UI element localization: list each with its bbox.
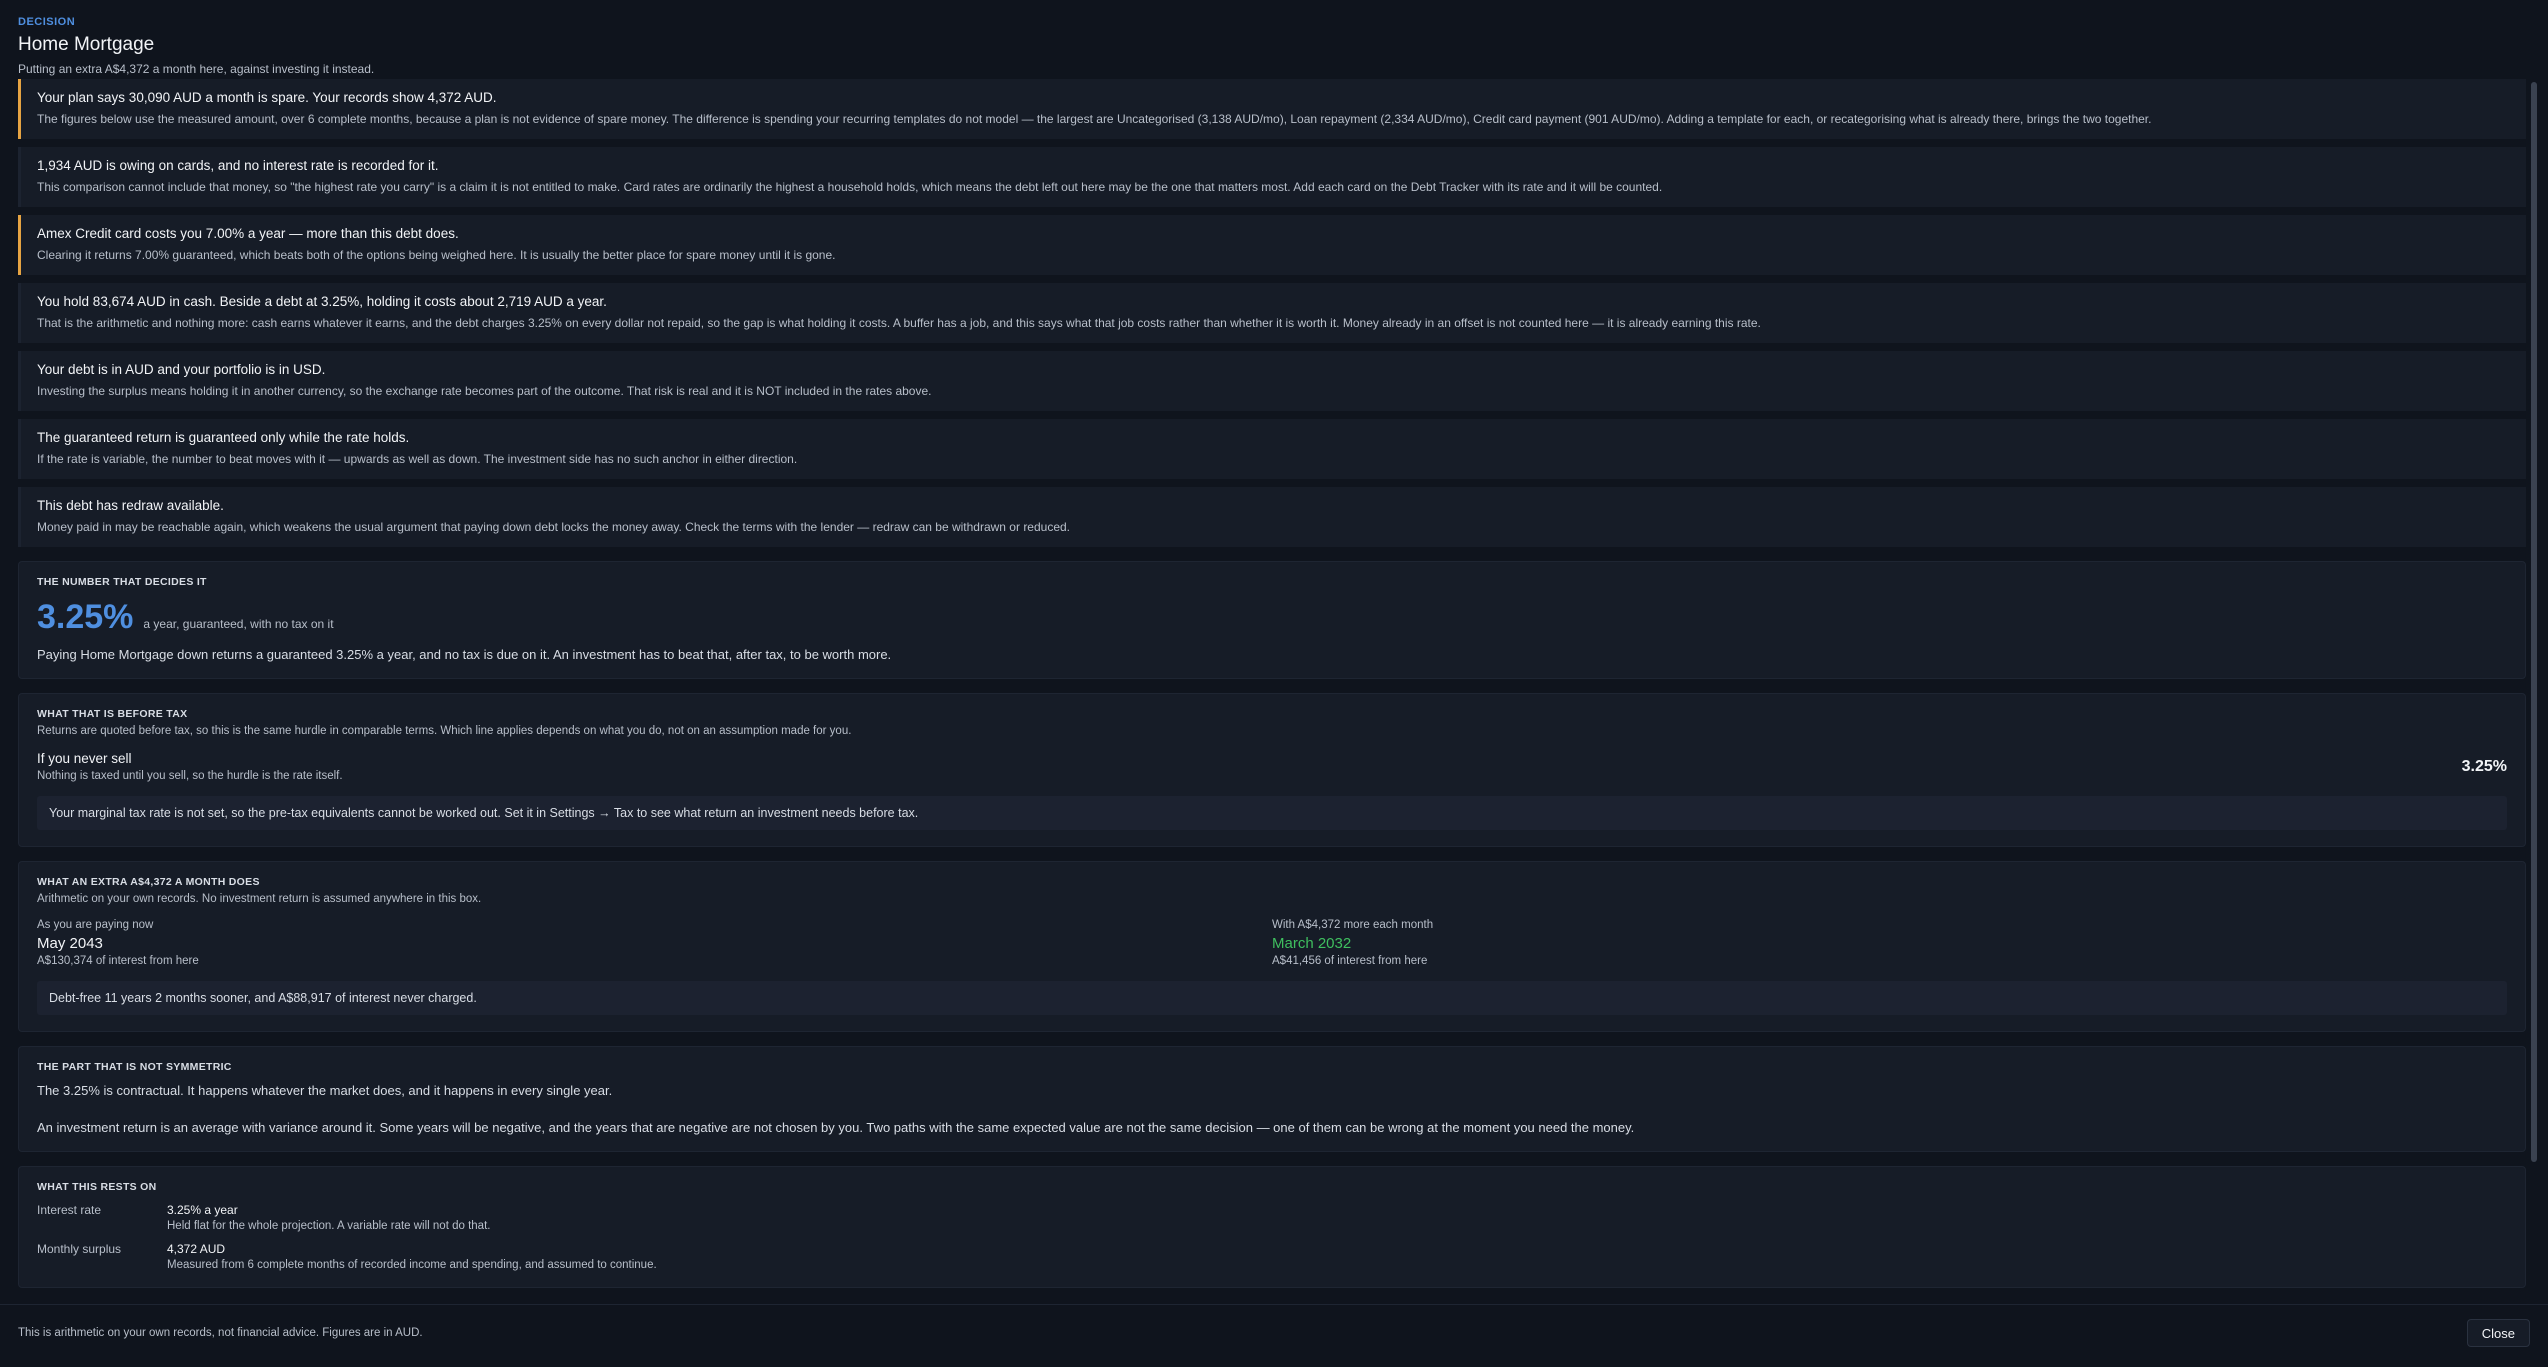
close-button[interactable]: Close bbox=[2466, 1319, 2530, 1347]
panel-deciding-number: THE NUMBER THAT DECIDES IT 3.25% a year,… bbox=[18, 561, 2526, 679]
panel-note: Returns are quoted before tax, so this i… bbox=[37, 725, 852, 737]
assumption-row: Monthly surplus 4,372 AUD Measured from … bbox=[37, 1242, 2507, 1271]
disclaimer-text: This is arithmetic on your own records, … bbox=[18, 1327, 423, 1339]
panel-title: THE NUMBER THAT DECIDES IT bbox=[37, 576, 207, 588]
panel-note: Arithmetic on your own records. No inves… bbox=[37, 893, 482, 905]
assumption-label: Monthly surplus bbox=[37, 1242, 122, 1256]
extra-label: With A$4,372 more each month bbox=[1272, 919, 1434, 931]
assumption-note: Measured from 6 complete months of recor… bbox=[167, 1259, 657, 1271]
notice-amex: Amex Credit card costs you 7.00% a year … bbox=[18, 215, 2526, 275]
notice-currency: Your debt is in AUD and your portfolio i… bbox=[18, 351, 2526, 411]
dialog-header: DECISION Home Mortgage Putting an extra … bbox=[18, 16, 2518, 76]
tax-rate-message: Your marginal tax rate is not set, so th… bbox=[37, 796, 2507, 830]
notice-headline: Amex Credit card costs you 7.00% a year … bbox=[37, 226, 459, 241]
panel-title: WHAT THIS RESTS ON bbox=[37, 1181, 157, 1193]
never-sell-note: Nothing is taxed until you sell, so the … bbox=[37, 770, 343, 782]
never-sell-rate: 3.25% bbox=[2461, 757, 2507, 775]
assumption-value: 4,372 AUD bbox=[167, 1242, 226, 1256]
hurdle-rate-note: a year, guaranteed, with no tax on it bbox=[143, 617, 334, 631]
assumption-row: Interest rate 3.25% a year Held flat for… bbox=[37, 1203, 2507, 1232]
assumption-label: Interest rate bbox=[37, 1203, 102, 1217]
notice-headline: The guaranteed return is guaranteed only… bbox=[37, 430, 410, 445]
notice-body: Investing the surplus means holding it i… bbox=[37, 384, 932, 398]
notice-headline: You hold 83,674 AUD in cash. Beside a de… bbox=[37, 294, 607, 309]
current-interest: A$130,374 of interest from here bbox=[37, 955, 199, 967]
notice-headline: 1,934 AUD is owing on cards, and no inte… bbox=[37, 158, 439, 173]
symmetric-paragraph-1: The 3.25% is contractual. It happens wha… bbox=[37, 1083, 613, 1098]
hurdle-rate-value: 3.25% bbox=[37, 598, 134, 636]
current-path: As you are paying now May 2043 A$130,374… bbox=[37, 919, 1272, 967]
symmetric-paragraph-2: An investment return is an average with … bbox=[37, 1120, 1635, 1135]
extra-payoff-date: March 2032 bbox=[1272, 935, 1352, 952]
panel-title: WHAT THAT IS BEFORE TAX bbox=[37, 708, 188, 720]
notice-headline: Your plan says 30,090 AUD a month is spa… bbox=[37, 90, 497, 105]
decision-kicker: DECISION bbox=[18, 16, 76, 28]
notice-body: That is the arithmetic and nothing more:… bbox=[37, 316, 1761, 330]
panel-extra-payment: WHAT AN EXTRA A$4,372 A MONTH DOES Arith… bbox=[18, 861, 2526, 1032]
dialog-footer: This is arithmetic on your own records, … bbox=[0, 1304, 2548, 1367]
notice-body: Money paid in may be reachable again, wh… bbox=[37, 520, 1071, 534]
never-sell-label: If you never sell bbox=[37, 751, 132, 766]
page-title: Home Mortgage bbox=[18, 34, 155, 55]
notice-redraw: This debt has redraw available. Money pa… bbox=[18, 487, 2526, 547]
panel-before-tax: WHAT THAT IS BEFORE TAX Returns are quot… bbox=[18, 693, 2526, 847]
notice-cash: You hold 83,674 AUD in cash. Beside a de… bbox=[18, 283, 2526, 343]
extra-interest: A$41,456 of interest from here bbox=[1272, 955, 1428, 967]
current-payoff-date: May 2043 bbox=[37, 935, 103, 952]
assumption-value: 3.25% a year bbox=[167, 1203, 238, 1217]
notice-body: This comparison cannot include that mone… bbox=[37, 180, 1663, 194]
content-scroll-area[interactable]: Your plan says 30,090 AUD a month is spa… bbox=[18, 79, 2526, 1301]
notice-headline: Your debt is in AUD and your portfolio i… bbox=[37, 362, 326, 377]
panel-title: WHAT AN EXTRA A$4,372 A MONTH DOES bbox=[37, 876, 260, 888]
extra-path: With A$4,372 more each month March 2032 … bbox=[1272, 919, 2507, 967]
never-sell-row: If you never sell Nothing is taxed until… bbox=[37, 751, 2507, 782]
panel-rests-on: WHAT THIS RESTS ON Interest rate 3.25% a… bbox=[18, 1166, 2526, 1288]
current-label: As you are paying now bbox=[37, 919, 154, 931]
hurdle-explanation: Paying Home Mortgage down returns a guar… bbox=[37, 647, 892, 662]
notice-variable-rate: The guaranteed return is guaranteed only… bbox=[18, 419, 2526, 479]
panel-not-symmetric: THE PART THAT IS NOT SYMMETRIC The 3.25%… bbox=[18, 1046, 2526, 1152]
notice-body: Clearing it returns 7.00% guaranteed, wh… bbox=[37, 248, 836, 262]
assumption-note: Held flat for the whole projection. A va… bbox=[167, 1220, 491, 1232]
page-subtitle: Putting an extra A$4,372 a month here, a… bbox=[18, 62, 375, 76]
notice-body: The figures below use the measured amoun… bbox=[37, 112, 2152, 126]
notice-plan-mismatch: Your plan says 30,090 AUD a month is spa… bbox=[18, 79, 2526, 139]
notice-headline: This debt has redraw available. bbox=[37, 498, 224, 513]
scrollbar-thumb[interactable] bbox=[2531, 82, 2537, 1162]
notice-body: If the rate is variable, the number to b… bbox=[37, 452, 798, 466]
notice-card-debt: 1,934 AUD is owing on cards, and no inte… bbox=[18, 147, 2526, 207]
panel-title: THE PART THAT IS NOT SYMMETRIC bbox=[37, 1061, 232, 1073]
extra-summary: Debt-free 11 years 2 months sooner, and … bbox=[37, 981, 2507, 1015]
